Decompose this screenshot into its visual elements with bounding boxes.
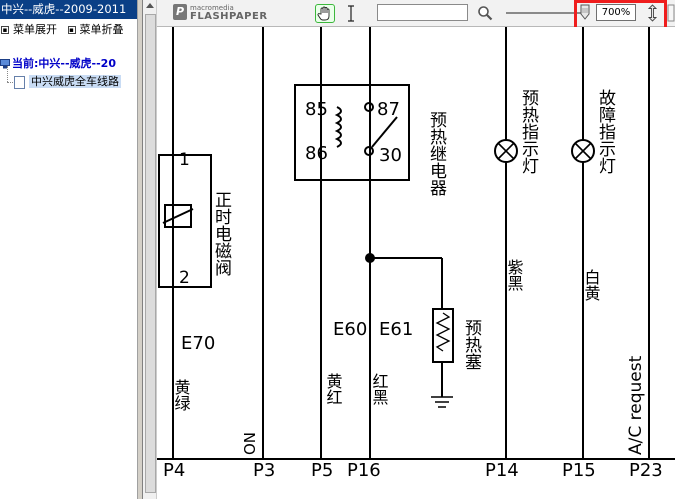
document-icon [14,75,25,89]
preheat-plug-label: 预热塞 [461,319,482,370]
relay-pin-30: 30 [379,145,402,166]
logo-big-text: FLASHPAPER [190,11,268,22]
connector-e70: E70 [181,333,215,354]
wire-color-white-yellow: 白黄 [582,269,601,301]
hand-tool-button[interactable] [315,4,335,23]
expand-icon: ▪ [1,26,9,34]
text-select-icon[interactable] [346,4,356,23]
relay-pin-87: 87 [377,99,400,120]
vertical-scrollbar[interactable] [143,0,157,499]
preheat-indicator-lamp [494,139,518,163]
coil-pin2-label: 2 [179,268,190,288]
scroll-up-arrow-icon[interactable] [146,3,154,8]
wire-color-yellow-green: 黄绿 [172,379,191,411]
wire-color-purple-black: 紫黑 [505,259,524,291]
port-p5: P5 [311,460,333,481]
toolbar-edge-icon[interactable] [667,4,675,22]
port-p4: P4 [163,460,185,481]
wire-color-yellow-red: 黄红 [324,373,343,405]
junction-dot [365,253,375,263]
wire-color-red-black: 红黑 [370,373,389,405]
connector-e60: E60 [333,319,367,340]
on-signal-label: ON [241,432,259,455]
relay-pin-85: 85 [305,99,328,120]
connector-e61: E61 [379,319,413,340]
port-p3: P3 [253,460,275,481]
hand-tool-icon [317,6,330,21]
ac-request-label: A/C request [626,355,646,455]
macromedia-logo-icon: P [173,4,187,20]
expand-label: 菜单展开 [13,23,57,36]
tree-connector [7,66,8,82]
port-p14: P14 [485,460,519,481]
collapse-icon: ▪ [67,26,76,34]
document-view[interactable]: 1 2 85 86 87 30 正时电磁阀 预热继电器 预热塞 预热指示灯 故障… [157,27,675,499]
relay-pin-86: 86 [305,143,328,164]
flashpaper-toolbar: P macromedia FLASHPAPER 700% [157,0,675,36]
panel-title: 中兴--威虎--2009-2011 [0,0,137,19]
fault-indicator-lamp [571,139,595,163]
expand-menu-button[interactable]: ▪ 菜单展开 [0,23,61,36]
scrollbar-thumb[interactable] [145,14,156,493]
wiring-diagram: 1 2 85 86 87 30 正时电磁阀 预热继电器 预热塞 预热指示灯 故障… [157,27,675,481]
coil-pin1-label: 1 [179,150,190,170]
computer-icon [0,59,10,69]
preheat-lamp-label: 预热指示灯 [518,89,539,174]
port-p16: P16 [347,460,381,481]
navigation-panel: 中兴--威虎--2009-2011 ▪ 菜单展开 ▪ 菜单折叠 当前:中兴--威虎-… [0,0,137,499]
port-p23: P23 [629,460,663,481]
preheat-relay-label: 预热继电器 [426,111,447,196]
port-p15: P15 [562,460,596,481]
tree-item-document[interactable]: 中兴威虎全车线路 [14,74,121,90]
search-input[interactable] [377,4,468,21]
search-icon[interactable] [477,5,493,21]
collapse-label: 菜单折叠 [79,23,124,36]
solenoid-valve-label: 正时电磁阀 [211,191,232,277]
tree-root-label: 当前:中兴--威虎--20 [12,57,116,70]
menu-bar: ▪ 菜单展开 ▪ 菜单折叠 [0,22,137,38]
preheat-plug [432,308,454,363]
tree-item-label: 中兴威虎全车线路 [29,75,121,88]
collapse-menu-button[interactable]: ▪ 菜单折叠 [67,23,124,36]
ground-symbol [431,396,453,408]
tree-root-item[interactable]: 当前:中兴--威虎--20 [0,56,137,72]
fault-lamp-label: 故障指示灯 [595,89,616,174]
